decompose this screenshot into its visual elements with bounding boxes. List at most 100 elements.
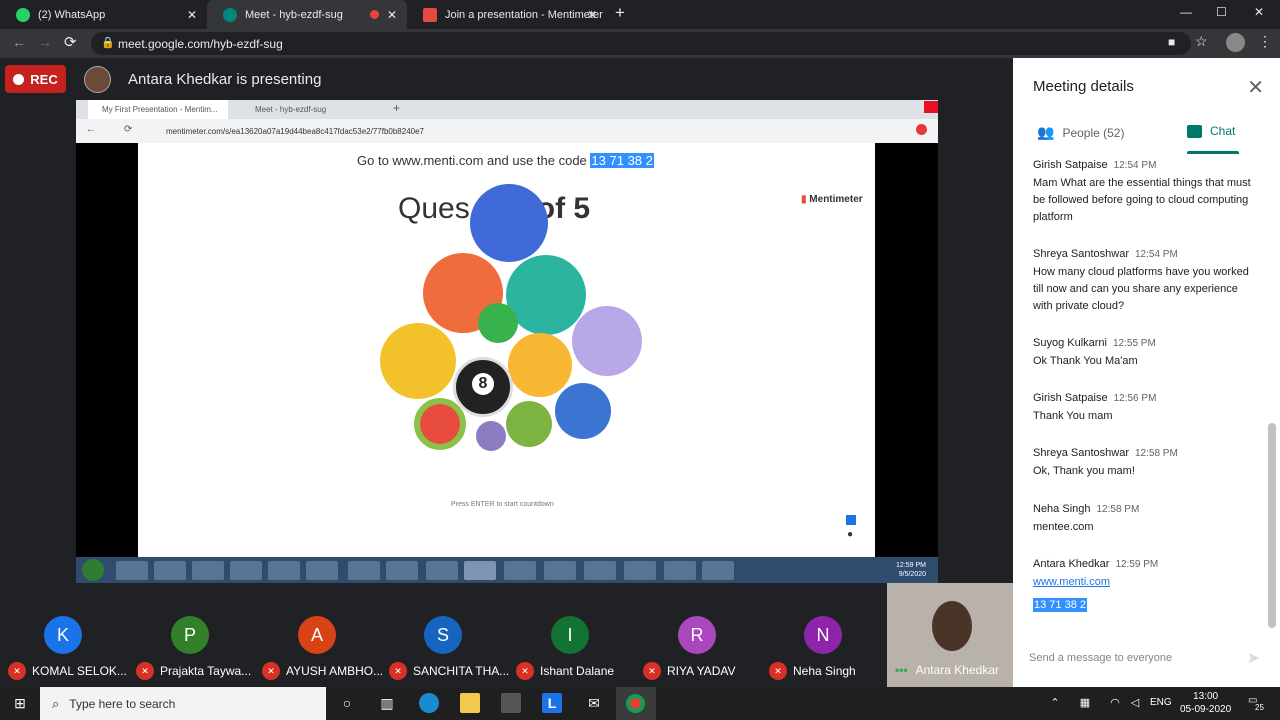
avatar: S — [424, 616, 462, 654]
eight-label: 8 — [472, 373, 494, 395]
participant-tile[interactable]: A — [298, 616, 336, 654]
participant-tile[interactable]: N — [804, 616, 842, 654]
participant-name: Ishant Dalane — [540, 664, 615, 678]
minimize-button[interactable]: — — [1180, 5, 1192, 19]
ie-icon — [116, 561, 148, 580]
close-icon[interactable]: ✕ — [1247, 75, 1264, 100]
language-indicator[interactable]: ENG — [1150, 697, 1172, 708]
mic-off-icon: ✕ — [8, 662, 26, 680]
mic-off-icon: ✕ — [516, 662, 534, 680]
store-icon[interactable] — [501, 693, 521, 713]
menu-icon[interactable]: ⋮ — [1258, 33, 1272, 50]
edge-icon[interactable] — [419, 693, 439, 713]
mentimeter-logo-icon: ▮ — [801, 194, 807, 205]
tab-whatsapp[interactable]: (2) WhatsApp ✕ — [0, 0, 207, 29]
forward-icon[interactable]: → — [38, 34, 52, 50]
presenting-title: Antara Khedkar is presenting — [128, 71, 322, 88]
participant-name-row: ✕ Prajakta Taywa... — [136, 662, 251, 680]
participant-tile[interactable]: S — [424, 616, 462, 654]
close-icon[interactable]: ✕ — [387, 8, 397, 22]
chat-scrollbar[interactable] — [1268, 423, 1276, 628]
chat-tab-label: Chat — [1210, 124, 1236, 138]
app-icon — [664, 561, 696, 580]
clock-date: 9/5/2020 — [898, 571, 926, 578]
chevron-up-icon[interactable]: ⌃ — [1045, 693, 1065, 713]
tab-people[interactable]: 👥 People (52) — [1037, 124, 1124, 141]
message-time: 12:55 PM — [1113, 338, 1156, 349]
outlook-icon — [268, 561, 300, 580]
join-instructions: Go to www.menti.com and use the code 13 … — [357, 153, 654, 168]
recording-icon — [370, 10, 379, 19]
windows-start-icon[interactable]: ⊞ — [10, 693, 30, 713]
avatar: R — [678, 616, 716, 654]
message-highlight: 13 71 38 2 — [1033, 598, 1087, 612]
network-icon — [306, 561, 338, 580]
taskbar-search[interactable]: ⌕ Type here to search — [40, 687, 326, 720]
files-icon — [624, 561, 656, 580]
snowman-icon — [380, 323, 456, 399]
inner-url-text: mentimeter.com/s/ea13620a07a19d44bea8c41… — [166, 127, 424, 136]
app-l-icon[interactable]: L — [542, 693, 562, 713]
participant-name: Prajakta Taywa... — [160, 664, 252, 678]
wifi-icon[interactable]: ◠ — [1105, 693, 1125, 713]
mail-icon[interactable]: ✉ — [584, 693, 604, 713]
participant-tile[interactable]: R — [678, 616, 716, 654]
back-icon: ← — [86, 124, 96, 135]
panel-title: Meeting details — [1033, 78, 1134, 95]
participant-name-row: ✕ SANCHITA THA... — [389, 662, 509, 680]
mic-off-icon: ✕ — [769, 662, 787, 680]
chat-message: Girish Satpaise 12:54 PM Mam What are the… — [1033, 155, 1258, 226]
taskbar-clock[interactable]: 13:00 05-09-2020 — [1180, 690, 1231, 716]
shoe-icon — [572, 306, 642, 376]
powerpoint-icon — [702, 561, 734, 580]
tab-mentimeter[interactable]: Join a presentation - Mentimeter ✕ — [407, 0, 607, 29]
back-icon[interactable]: ← — [12, 34, 26, 50]
inner-tab: My First Presentation - Mentim... — [88, 100, 228, 119]
chat-message: Neha Singh 12:58 PM mentee.com — [1033, 499, 1258, 536]
join-code: 13 71 38 2 — [590, 153, 654, 168]
participant-name-row: ✕ Neha Singh — [769, 662, 856, 680]
volume-icon[interactable]: ◁ — [1125, 693, 1145, 713]
task-view-icon[interactable]: ▥ — [377, 693, 397, 713]
avatar: K — [44, 616, 82, 654]
mic-off-icon: ✕ — [643, 662, 661, 680]
profile-avatar[interactable] — [1226, 33, 1245, 52]
message-text: How many cloud platforms have you worked… — [1033, 266, 1249, 312]
window-close-button[interactable]: ✕ — [1254, 5, 1264, 19]
chrome-taskbar-button[interactable] — [616, 687, 656, 720]
message-link[interactable]: www.menti.com — [1033, 576, 1110, 588]
file-explorer-icon[interactable] — [460, 693, 480, 713]
record-dot-icon — [13, 73, 25, 85]
clock-time: 13:00 — [1193, 691, 1219, 702]
reload-icon[interactable]: ⟳ — [64, 33, 77, 51]
cortana-icon[interactable]: ○ — [337, 693, 357, 713]
clock-time: 12:59 PM — [896, 562, 926, 569]
chat-input[interactable]: Send a message to everyone — [1029, 652, 1172, 664]
tab-meet[interactable]: Meet - hyb-ezdf-sug ✕ — [207, 0, 407, 29]
camera-icon[interactable]: ■ — [1168, 35, 1175, 49]
people-tab-label: People (52) — [1062, 125, 1125, 140]
message-text: Ok, Thank you mam! — [1033, 465, 1135, 477]
message-text: Ok Thank You Ma'am — [1033, 355, 1138, 367]
tab-strip: (2) WhatsApp ✕ Meet - hyb-ezdf-sug ✕ Joi… — [0, 0, 1280, 29]
close-icon[interactable]: ✕ — [187, 8, 197, 22]
truck-icon — [506, 401, 552, 447]
participant-name-row: ✕ RIYA YADAV — [643, 662, 735, 680]
new-tab-button[interactable]: + — [615, 3, 625, 23]
message-time: 12:56 PM — [1113, 393, 1157, 404]
self-video-tile[interactable]: ••• Antara Khedkar — [887, 583, 1013, 687]
tab-chat[interactable]: Chat — [1187, 124, 1235, 138]
participant-tile[interactable]: K — [44, 616, 82, 654]
participant-tile[interactable]: P — [171, 616, 209, 654]
maximize-button[interactable]: ☐ — [1216, 5, 1227, 19]
network-icon[interactable]: ▦ — [1075, 693, 1095, 713]
inner-address-bar: ← ⟳ mentimeter.com/s/ea13620a07a19d44bea… — [76, 119, 938, 143]
address-bar[interactable]: 🔒 meet.google.com/hyb-ezdf-sug — [91, 32, 1191, 55]
windows7-taskbar: 12:59 PM 9/5/2020 — [76, 557, 938, 583]
participant-name: Neha Singh — [793, 664, 856, 678]
avatar: N — [804, 616, 842, 654]
close-icon[interactable]: ✕ — [587, 8, 597, 22]
star-icon[interactable]: ☆ — [1195, 33, 1208, 50]
send-icon[interactable]: ➤ — [1247, 648, 1260, 668]
participant-tile[interactable]: I — [551, 616, 589, 654]
